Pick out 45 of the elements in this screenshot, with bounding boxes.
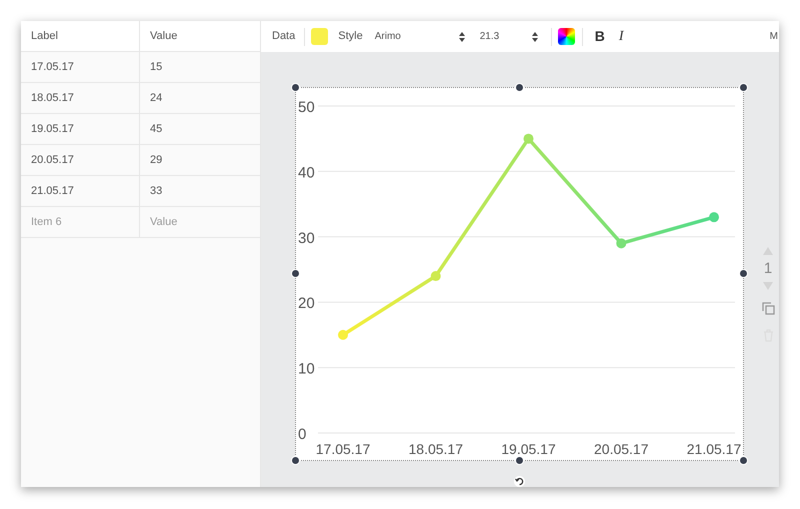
style-label: Style [338,29,363,44]
table-cell[interactable]: 17.05.17 [21,52,140,82]
x-tick-label: 18.05.17 [408,441,463,457]
data-tab[interactable]: Data [261,28,304,45]
resize-handle[interactable] [739,269,748,278]
rotate-icon [514,476,525,487]
resize-handle[interactable] [291,83,300,92]
toolbar-item[interactable]: M [770,29,779,44]
y-tick-label: 20 [298,295,315,312]
y-tick-label: 30 [298,230,315,247]
bold-button[interactable]: B [594,26,605,47]
x-tick-label: 20.05.17 [594,441,648,457]
y-tick-label: 40 [298,164,315,182]
x-tick-label: 19.05.17 [501,441,556,457]
resize-handle[interactable] [291,269,300,278]
y-tick-label: 0 [298,426,306,443]
column-header: Label [21,21,140,51]
table-cell[interactable]: 21.05.17 [21,176,140,206]
color-picker-icon[interactable] [558,28,575,45]
x-tick-label: 21.05.17 [686,441,742,457]
y-tick-label: 50 [298,99,315,116]
column-header: Value [149,28,178,44]
rotate-handle[interactable] [514,476,525,487]
table-cell[interactable]: 29 [140,145,260,175]
table-cell[interactable]: 15 [140,52,260,82]
x-tick-label: 17.05.17 [316,441,370,457]
table-cell[interactable]: 20.05.17 [21,145,140,175]
table-cell[interactable]: 18.05.17 [21,83,140,113]
y-tick-label: 10 [298,360,315,378]
table-cell[interactable]: 45 [140,114,260,144]
table-cell[interactable]: 19.05.17 [21,114,140,144]
italic-button[interactable]: I [618,26,624,47]
fill-color-swatch[interactable] [311,28,328,45]
table-cell[interactable]: 24 [140,83,260,113]
font-select[interactable]: Arimo [374,29,465,44]
layer-order: 1 [764,261,772,276]
resize-handle[interactable] [515,456,524,465]
resize-handle[interactable] [291,456,300,465]
font-size-select[interactable]: 21.3 [480,29,538,44]
resize-handle[interactable] [515,83,524,92]
resize-handle[interactable] [739,83,748,92]
select-arrows-icon [458,32,465,42]
resize-handle[interactable] [739,456,748,465]
table-cell[interactable]: 33 [140,176,260,206]
select-arrows-icon [532,32,538,42]
